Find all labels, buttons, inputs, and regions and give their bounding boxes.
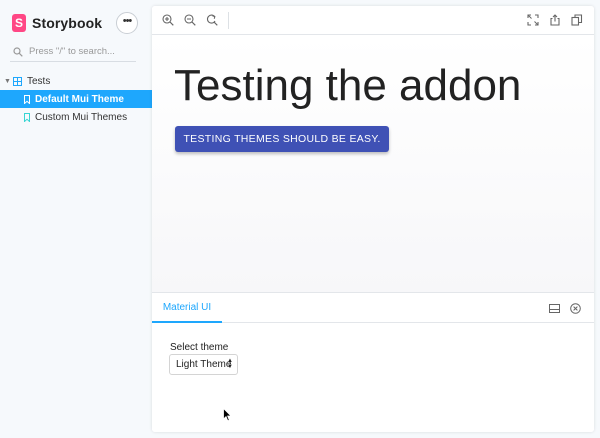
select-arrows-icon: ▲ ▼ [227,358,233,370]
theme-select[interactable]: Light Theme ▲ ▼ [169,354,238,375]
brand[interactable]: S Storybook [12,13,102,33]
copy-icon[interactable] [571,14,583,26]
toolbar-divider [228,12,229,29]
tree-group-tests[interactable]: ▼ Tests [0,72,152,90]
testing-themes-button[interactable]: TESTING THEMES SHOULD BE EASY. [175,126,389,152]
menu-button[interactable]: ••• [116,12,138,34]
addons-panel: Material UI Select theme Light Theme ▲ ▼ [152,292,594,432]
caret-down-icon: ▼ [4,77,11,85]
zoom-out-icon[interactable] [184,14,196,26]
zoom-in-icon[interactable] [162,14,174,26]
sidebar-item-custom-mui-themes[interactable]: Custom Mui Themes [0,108,152,126]
theme-select-value: Light Theme [176,359,232,370]
brand-name: Storybook [32,15,103,31]
story-preview: Testing the addon TESTING THEMES SHOULD … [152,35,594,292]
component-icon [13,76,22,86]
mouse-cursor-icon [223,408,232,422]
fullscreen-icon[interactable] [527,14,539,26]
addons-tabbar: Material UI [152,293,594,323]
bookmark-icon [24,94,30,104]
tab-material-ui[interactable]: Material UI [152,293,222,323]
panel-position-icon[interactable] [549,303,560,314]
sidebar-item-label: Custom Mui Themes [35,111,128,123]
search-bar[interactable] [10,42,136,62]
reset-zoom-icon[interactable] [206,14,218,26]
preview-heading: Testing the addon [174,61,522,110]
bookmark-icon [24,112,30,122]
storybook-logo-icon: S [12,14,26,32]
close-icon[interactable] [570,303,581,314]
search-input[interactable] [29,46,129,57]
search-icon [13,46,23,57]
toolbar [152,6,594,35]
story-tree: ▼ Tests Default Mui Theme Custom Mui The… [0,72,152,126]
share-icon[interactable] [549,14,561,26]
tree-group-label: Tests [27,75,51,87]
select-theme-label: Select theme [170,342,229,353]
sidebar-item-label: Default Mui Theme [35,93,124,105]
ellipsis-icon: ••• [122,14,133,27]
main-area: Testing the addon TESTING THEMES SHOULD … [152,6,594,432]
sidebar-item-default-mui-theme[interactable]: Default Mui Theme [0,90,152,108]
sidebar: S Storybook ••• ▼ Tests Default Mui Them… [0,0,152,438]
